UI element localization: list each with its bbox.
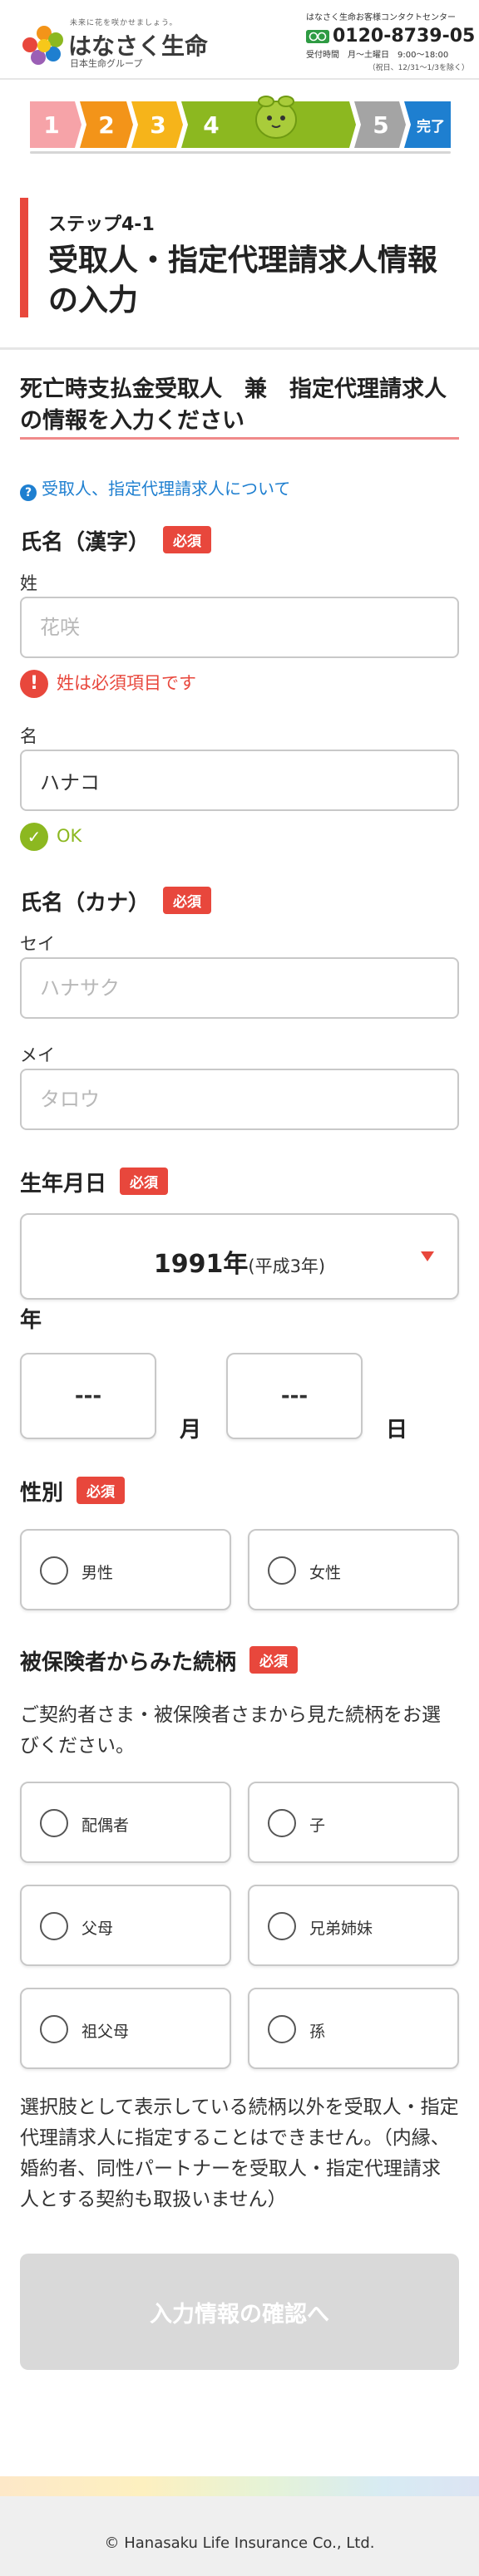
- day-unit: 日: [386, 1418, 408, 1443]
- contact-phone[interactable]: 0120-8739-05: [333, 26, 475, 47]
- step-5-label: 5: [373, 111, 388, 139]
- first-name-label: 名: [20, 726, 37, 746]
- step-2-label: 2: [98, 111, 114, 139]
- birth-year-main: 1991年: [153, 1250, 249, 1279]
- contact-phone-row: 0120-8739-05: [306, 26, 475, 47]
- last-name-error-text: 姓は必須項目です: [57, 673, 196, 693]
- relation-option-grandparent[interactable]: 祖父母: [20, 1988, 231, 2069]
- radio-circle-icon: [40, 1912, 68, 1940]
- step-3-label: 3: [150, 111, 165, 139]
- relation-option-label: 父母: [81, 1920, 114, 1938]
- birth-year-select[interactable]: 1991年(平成3年): [20, 1213, 459, 1300]
- year-unit: 年: [20, 1308, 42, 1333]
- relation-note: 選択肢として表示している続柄以外を受取人・指定代理請求人に指定することはできませ…: [20, 2097, 459, 2210]
- relation-label-text: 被保険者からみた続柄: [20, 1650, 237, 1675]
- relation-option-spouse[interactable]: 配偶者: [20, 1782, 231, 1863]
- relation-option-label: 配偶者: [81, 1816, 130, 1835]
- contact-center: はなさく生命お客様コンタクトセンター 0120-8739-05 受付時間 月～土…: [306, 10, 475, 72]
- birth-month-select[interactable]: ---: [20, 1353, 156, 1439]
- brand-logo[interactable]: 未来に花を咲かせましょう。 はなさく生命 日本生命グループ: [20, 12, 220, 70]
- last-name-kanji-input[interactable]: [20, 597, 459, 658]
- page-title: 受取人・指定代理請求人情報の入力: [48, 243, 438, 317]
- name-kana-label-text: 氏名（カナ）: [20, 891, 151, 916]
- flower-logo-icon: [22, 26, 63, 65]
- required-badge: 必須: [77, 1477, 126, 1504]
- radio-circle-icon: [40, 1556, 68, 1585]
- name-kanji-label-text: 氏名（漢字）: [20, 530, 151, 555]
- radio-circle-icon: [268, 1809, 296, 1837]
- required-badge: 必須: [120, 1168, 169, 1195]
- birthdate-label: 生年月日 必須: [20, 1167, 169, 1197]
- check-icon: ✓: [20, 823, 48, 851]
- relation-option-parent[interactable]: 父母: [20, 1885, 231, 1966]
- gender-option-male[interactable]: 男性: [20, 1529, 231, 1610]
- gender-option-label: 女性: [309, 1564, 342, 1582]
- progress-baseline: [30, 151, 451, 154]
- radio-circle-icon: [40, 1809, 68, 1837]
- heading-underline: [20, 437, 459, 440]
- brand-group: 日本生命グループ: [70, 58, 143, 69]
- first-name-ok: ✓ OK: [20, 823, 81, 851]
- help-link-text[interactable]: 受取人、指定代理請求人について: [42, 479, 290, 499]
- relation-description: ご契約者さま・被保険者さまから見た続柄をお選びください。: [20, 1704, 441, 1757]
- help-link[interactable]: ? 受取人、指定代理請求人について: [20, 475, 290, 501]
- last-name-error: ! 姓は必須項目です: [20, 670, 196, 698]
- required-badge: 必須: [163, 526, 212, 553]
- gender-option-female[interactable]: 女性: [248, 1529, 459, 1610]
- relation-option-label: 孫: [309, 2023, 326, 2041]
- radio-circle-icon: [268, 1912, 296, 1940]
- relation-option-label: 子: [309, 1816, 326, 1835]
- required-badge: 必須: [163, 887, 212, 914]
- copyright: © Hanasaku Life Insurance Co., Ltd.: [104, 2534, 375, 2552]
- caret-down-icon: [421, 1251, 434, 1261]
- mascot-icon: [255, 96, 297, 139]
- brand-tagline: 未来に花を咲かせましょう。: [70, 19, 178, 27]
- step-4-label: 4: [203, 111, 219, 139]
- divider: [0, 347, 479, 350]
- last-name-kana-label: セイ: [20, 934, 55, 954]
- month-unit: 月: [180, 1418, 202, 1443]
- first-name-kanji-input[interactable]: [20, 750, 459, 811]
- name-kana-label: 氏名（カナ） 必須: [20, 886, 212, 917]
- footer-gradient-band: [0, 2476, 479, 2496]
- radio-circle-icon: [40, 2015, 68, 2043]
- required-badge: 必須: [249, 1646, 299, 1674]
- relation-option-label: 祖父母: [81, 2023, 130, 2041]
- relation-option-label: 兄弟姉妹: [309, 1920, 373, 1938]
- birthdate-label-text: 生年月日: [20, 1172, 107, 1197]
- first-name-kana-label: メイ: [20, 1045, 55, 1065]
- step-1-label: 1: [43, 111, 59, 139]
- site-footer: © Hanasaku Life Insurance Co., Ltd.: [0, 2496, 479, 2576]
- last-name-label: 姓: [20, 573, 37, 593]
- relation-option-grandchild[interactable]: 孫: [248, 1988, 459, 2069]
- step-progress: 1 2 3 4 5 完了: [30, 101, 451, 148]
- confirm-button[interactable]: 入力情報の確認へ: [20, 2254, 459, 2370]
- birth-day-select[interactable]: ---: [226, 1353, 363, 1439]
- relation-label: 被保険者からみた続柄 必須: [20, 1645, 299, 1676]
- contact-hours: 受付時間 月～土曜日 9:00～18:00: [306, 51, 449, 60]
- relation-option-sibling[interactable]: 兄弟姉妹: [248, 1885, 459, 1966]
- site-header: 未来に花を咲かせましょう。 はなさく生命 日本生命グループ はなさく生命お客様コ…: [0, 0, 479, 80]
- step-done-label: 完了: [417, 118, 445, 135]
- relation-option-child[interactable]: 子: [248, 1782, 459, 1863]
- first-name-kana-input[interactable]: [20, 1069, 459, 1130]
- last-name-kana-input[interactable]: [20, 957, 459, 1019]
- freedial-icon: [306, 30, 329, 43]
- question-icon: ?: [20, 484, 37, 501]
- contact-title: はなさく生命お客様コンタクトセンター: [306, 13, 456, 22]
- error-icon: !: [20, 670, 48, 698]
- gender-label: 性別 必須: [20, 1476, 126, 1507]
- contact-hours-note: （祝日、12/31～1/3を除く）: [368, 64, 469, 72]
- birth-year-era: (平成3年): [248, 1256, 326, 1276]
- gender-option-label: 男性: [81, 1564, 114, 1582]
- birth-year-value: 1991年(平成3年): [22, 1243, 457, 1280]
- first-name-ok-text: OK: [57, 826, 82, 846]
- radio-circle-icon: [268, 1556, 296, 1585]
- step-number: ステップ4-1: [48, 214, 155, 235]
- gender-label-text: 性別: [20, 1481, 64, 1506]
- name-kanji-label: 氏名（漢字） 必須: [20, 525, 212, 556]
- radio-circle-icon: [268, 2015, 296, 2043]
- section-heading: 死亡時支払金受取人 兼 指定代理請求人の情報を入力ください: [20, 376, 447, 434]
- page-title-block: ステップ4-1 受取人・指定代理請求人情報の入力: [20, 198, 461, 317]
